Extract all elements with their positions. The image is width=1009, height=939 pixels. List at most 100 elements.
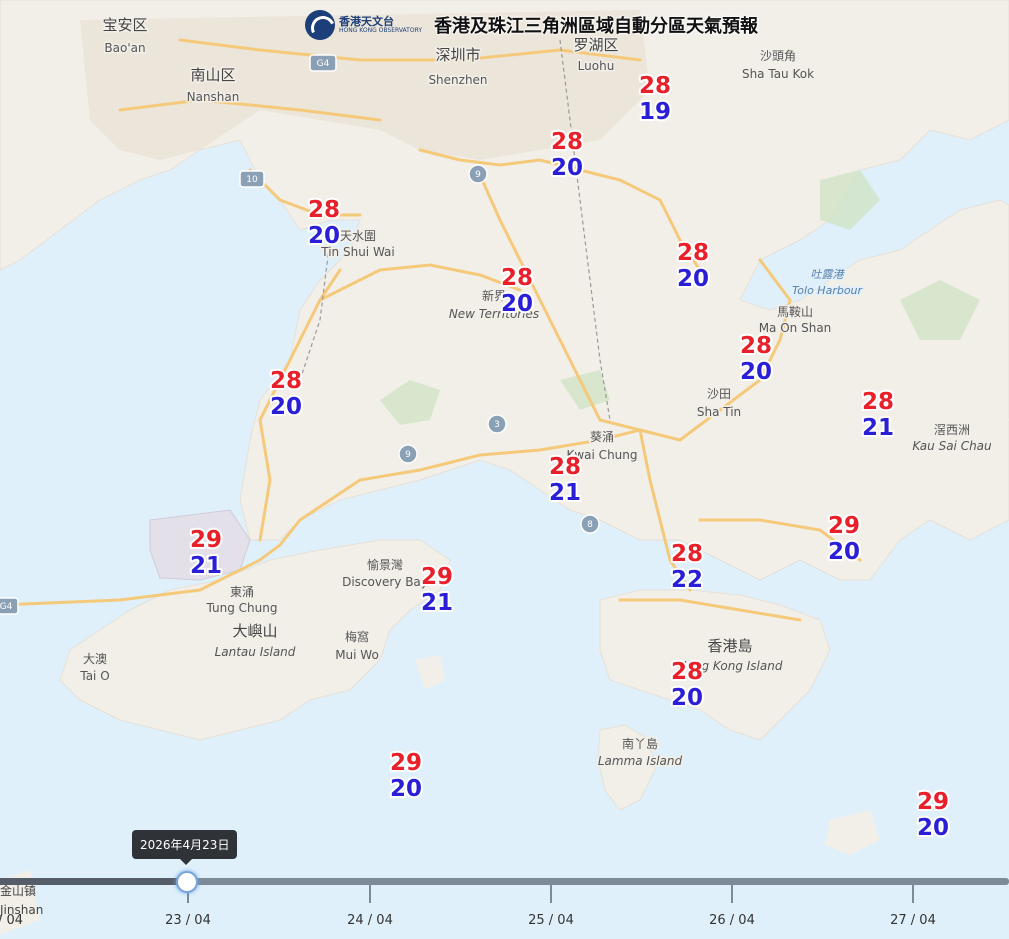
forecast-marker-sha-tau-kok[interactable]: 28 19 (637, 71, 673, 127)
forecast-marker-tuen-mun[interactable]: 28 20 (268, 366, 304, 422)
place-label: 滘西洲 (934, 423, 970, 437)
place-label: 南丫島 (622, 736, 658, 751)
max-temp: 28 (639, 73, 671, 99)
svg-text:G4: G4 (0, 602, 13, 612)
svg-text:G4: G4 (317, 59, 330, 69)
place-label: Tai O (79, 669, 109, 683)
place-label: Tolo Harbour (792, 284, 864, 297)
svg-text:9: 9 (405, 450, 411, 460)
place-label: Luohu (578, 59, 615, 73)
max-temp: 28 (549, 454, 581, 480)
corner-place-zh: 金山镇 (0, 884, 37, 898)
max-temp: 28 (740, 333, 772, 359)
weather-map[interactable]: G4 10 9 3 9 8 G4 宝安区 Bao'an 南山区 Nanshan … (0, 0, 1009, 939)
corner-place-en: Jinshan (0, 903, 44, 918)
max-temp: 28 (671, 541, 703, 567)
min-temp: 21 (862, 415, 894, 441)
place-label: Shenzhen (428, 73, 487, 87)
timeline-label-day[interactable]: 27 / 04 (873, 913, 953, 928)
forecast-marker-kwai-chung[interactable]: 28 21 (547, 452, 583, 508)
min-temp: 20 (390, 776, 422, 802)
hko-logo-icon (305, 10, 335, 40)
place-label: 香港島 (707, 637, 752, 655)
min-temp: 20 (740, 359, 772, 385)
road-shield-g4: G4 (0, 597, 19, 615)
timeline-label-day[interactable]: 26 / 04 (692, 913, 772, 928)
forecast-marker-tai-po[interactable]: 28 20 (675, 238, 711, 294)
max-temp: 28 (671, 659, 703, 685)
place-label: Lantau Island (215, 645, 296, 659)
place-label: Discovery Bay (342, 575, 428, 589)
forecast-marker-southeast-waters[interactable]: 29 20 (915, 787, 951, 843)
place-label: 沙頭角 (760, 49, 796, 63)
map-header: 香港天文台 HONG KONG OBSERVATORY 香港及珠江三角洲區域自動… (305, 8, 758, 42)
svg-text:3: 3 (494, 420, 500, 430)
timeline-label-day[interactable]: 23 / 04 (148, 913, 228, 928)
hko-logo[interactable]: 香港天文台 HONG KONG OBSERVATORY (305, 10, 422, 40)
place-label: 宝安区 (102, 16, 147, 34)
forecast-marker-tseung-kwan-o[interactable]: 29 20 (826, 511, 862, 567)
min-temp: 20 (270, 394, 302, 420)
max-temp: 28 (270, 368, 302, 394)
page-title: 香港及珠江三角洲區域自動分區天氣預報 (434, 16, 759, 37)
place-label: Nanshan (187, 90, 240, 104)
road-shield-9: 9 (468, 164, 488, 184)
forecast-marker-sheung-shui[interactable]: 28 20 (549, 127, 585, 183)
logo-name-en: HONG KONG OBSERVATORY (339, 26, 423, 34)
max-temp: 29 (828, 513, 860, 539)
min-temp: 20 (671, 685, 703, 711)
forecast-marker-kowloon[interactable]: 28 22 (669, 539, 705, 595)
place-label: Tung Chung (206, 601, 278, 615)
min-temp: 19 (639, 99, 671, 125)
forecast-marker-chek-lap-kok[interactable]: 29 21 (188, 525, 224, 581)
place-label: Mui Wo (335, 648, 379, 662)
max-temp: 29 (421, 564, 453, 590)
forecast-marker-new-territories[interactable]: 28 20 (499, 263, 535, 319)
min-temp: 20 (501, 291, 533, 317)
place-label: 吐露港 (811, 268, 846, 281)
min-temp: 20 (917, 815, 949, 841)
svg-text:10: 10 (246, 175, 258, 185)
forecast-marker-discovery-bay[interactable]: 29 21 (419, 562, 455, 618)
max-temp: 29 (917, 789, 949, 815)
place-label: 沙田 (707, 387, 731, 401)
timeline-tick (550, 885, 552, 903)
timeline-tick (731, 885, 733, 903)
svg-text:8: 8 (587, 520, 593, 530)
place-label: Sha Tau Kok (742, 67, 814, 81)
forecast-marker-tin-shui-wai[interactable]: 28 20 (306, 195, 342, 251)
corner-place-label: 金山镇 Jinshan (0, 884, 44, 918)
timeline-label-day[interactable]: 25 / 04 (511, 913, 591, 928)
road-shield-g4: G4 (309, 54, 337, 72)
place-label: 南山区 (190, 66, 235, 84)
place-label: 梅窩 (345, 629, 369, 644)
place-label: 大嶼山 (232, 622, 277, 640)
road-shield-3: 3 (487, 414, 507, 434)
max-temp: 28 (551, 129, 583, 155)
place-label: 大澳 (83, 652, 107, 666)
road-shield-8: 8 (580, 514, 600, 534)
svg-text:9: 9 (475, 170, 481, 180)
place-label: Bao'an (104, 41, 145, 55)
max-temp: 28 (308, 197, 340, 223)
place-label: 葵涌 (590, 430, 614, 444)
min-temp: 21 (190, 553, 222, 579)
max-temp: 29 (390, 750, 422, 776)
forecast-marker-hong-kong-island[interactable]: 28 20 (669, 657, 705, 713)
place-label: 深圳市 (435, 46, 480, 64)
forecast-marker-ma-on-shan[interactable]: 28 20 (738, 331, 774, 387)
date-timeline[interactable]: 2026年4月23日 / 04 23 / 04 24 / 04 25 / 04 … (0, 830, 1009, 939)
forecast-marker-sai-kung[interactable]: 28 21 (860, 387, 896, 443)
road-shield-10: 10 (239, 170, 265, 188)
min-temp: 22 (671, 567, 703, 593)
min-temp: 20 (308, 223, 340, 249)
timeline-handle[interactable] (176, 871, 198, 893)
place-label: 東涌 (230, 585, 254, 599)
forecast-marker-southwest-waters[interactable]: 29 20 (388, 748, 424, 804)
timeline-tick (912, 885, 914, 903)
place-label: 馬鞍山 (777, 304, 813, 319)
place-label: Sha Tin (697, 405, 741, 419)
timeline-label-day[interactable]: 24 / 04 (330, 913, 410, 928)
place-label: 天水圍 (340, 229, 376, 243)
max-temp: 28 (501, 265, 533, 291)
